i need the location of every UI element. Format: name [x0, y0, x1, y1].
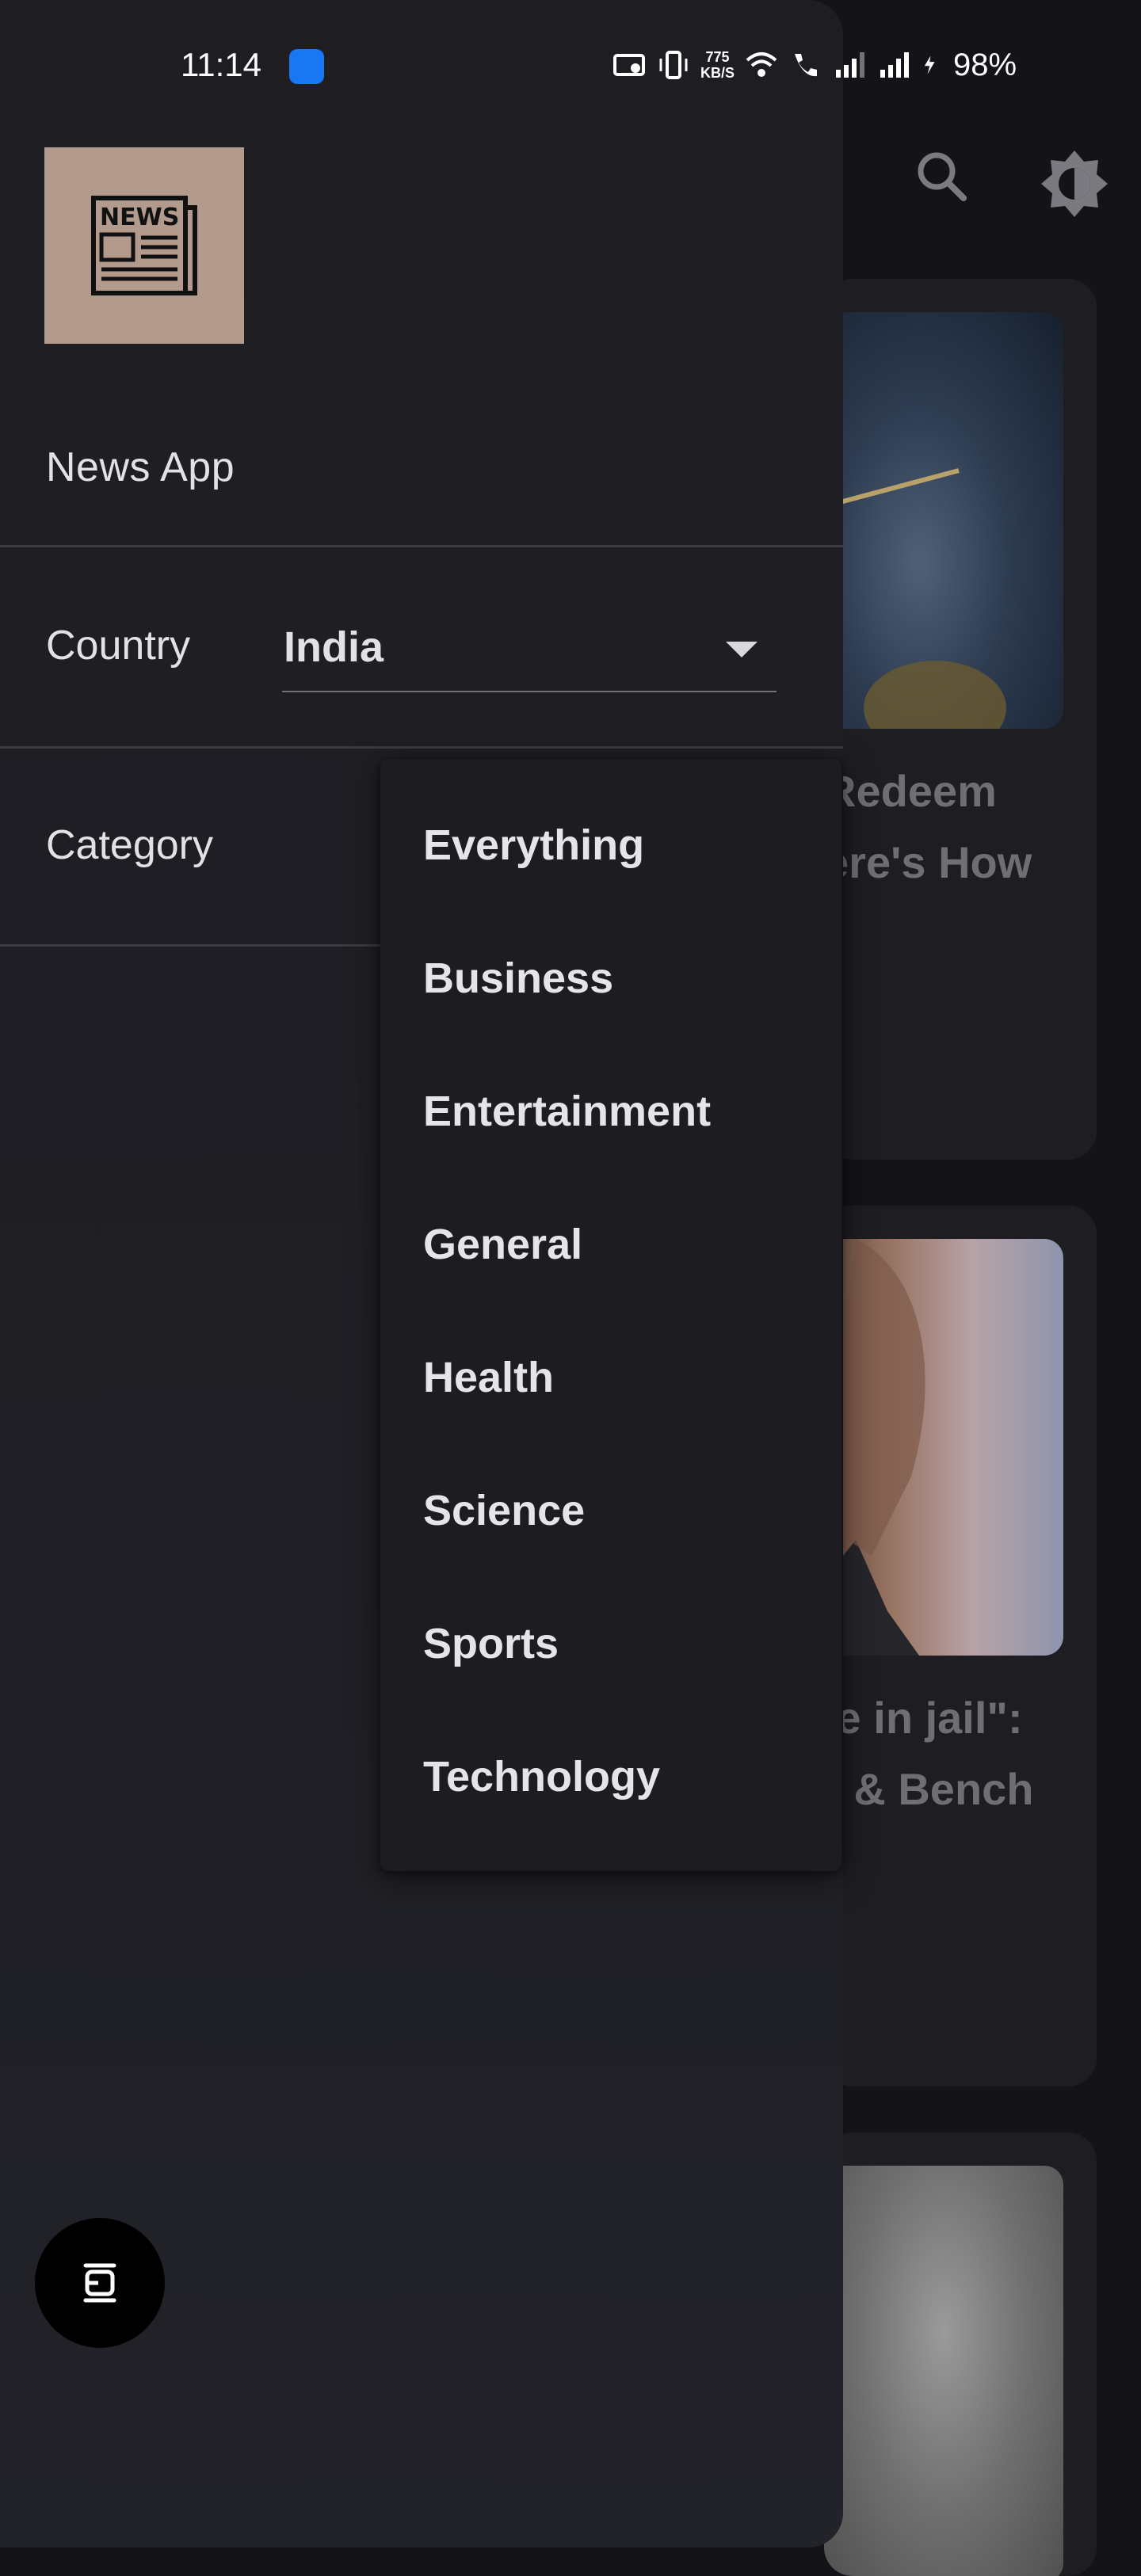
wifi-call-icon [795, 54, 818, 77]
divider [0, 944, 380, 947]
country-dropdown[interactable]: India [282, 615, 777, 692]
divider [0, 746, 843, 749]
charging-icon [924, 55, 935, 74]
menu-item-sports[interactable]: Sports [423, 1616, 559, 1671]
signal-icon [880, 52, 910, 78]
battery-level: 98% [953, 47, 1017, 82]
menu-item-general[interactable]: General [423, 1217, 582, 1272]
menu-item-science[interactable]: Science [423, 1483, 585, 1538]
dropdown-arrow-icon [726, 642, 757, 657]
notification-app-icon [289, 49, 324, 84]
news-card-title-line1: Redeem [824, 766, 997, 816]
news-card-title-line1: ie in jail": [824, 1693, 1023, 1743]
svg-text:NEWS: NEWS [100, 204, 179, 231]
drawer-app-name: News App [46, 444, 235, 490]
news-card[interactable]: ie in jail": r & Bench [824, 1206, 1097, 2086]
news-card[interactable] [824, 2132, 1097, 2576]
status-icons: 775 KB/S 98% [612, 41, 1017, 89]
news-card-image [824, 2166, 1063, 2576]
country-selected-value: India [284, 623, 384, 671]
vibrate-icon [659, 51, 688, 79]
screenshot-capture-icon [83, 2263, 116, 2303]
menu-item-entertainment[interactable]: Entertainment [423, 1084, 711, 1139]
news-card-image [824, 1239, 1063, 1656]
app-logo: NEWS [44, 147, 244, 344]
news-card-title-line2: r & Bench [824, 1764, 1034, 1814]
menu-item-health[interactable]: Health [423, 1350, 554, 1405]
wifi-icon [746, 52, 777, 77]
category-label: Category [46, 822, 213, 868]
country-label: Country [46, 623, 191, 669]
menu-item-technology[interactable]: Technology [423, 1749, 660, 1804]
menu-item-business[interactable]: Business [423, 951, 613, 1006]
category-dropdown-menu: Everything Business Entertainment Genera… [380, 759, 841, 1871]
brightness-icon[interactable] [1036, 146, 1112, 222]
status-time: 11:14 [181, 46, 261, 83]
news-card-image [824, 312, 1063, 729]
network-speed: 775 KB/S [700, 49, 735, 81]
newspaper-icon: NEWS [91, 196, 197, 295]
screenshot-capture-button[interactable] [35, 2218, 165, 2348]
status-bar: 11:14 775 KB/S 98% [0, 0, 1141, 133]
news-card-title-line2: ere's How [824, 837, 1032, 887]
divider [0, 545, 843, 547]
search-icon[interactable] [911, 146, 975, 209]
menu-item-everything[interactable]: Everything [423, 817, 644, 873]
cast-icon [613, 54, 645, 76]
news-card[interactable]: Redeem ere's How [824, 279, 1097, 1160]
signal-icon [836, 52, 865, 78]
